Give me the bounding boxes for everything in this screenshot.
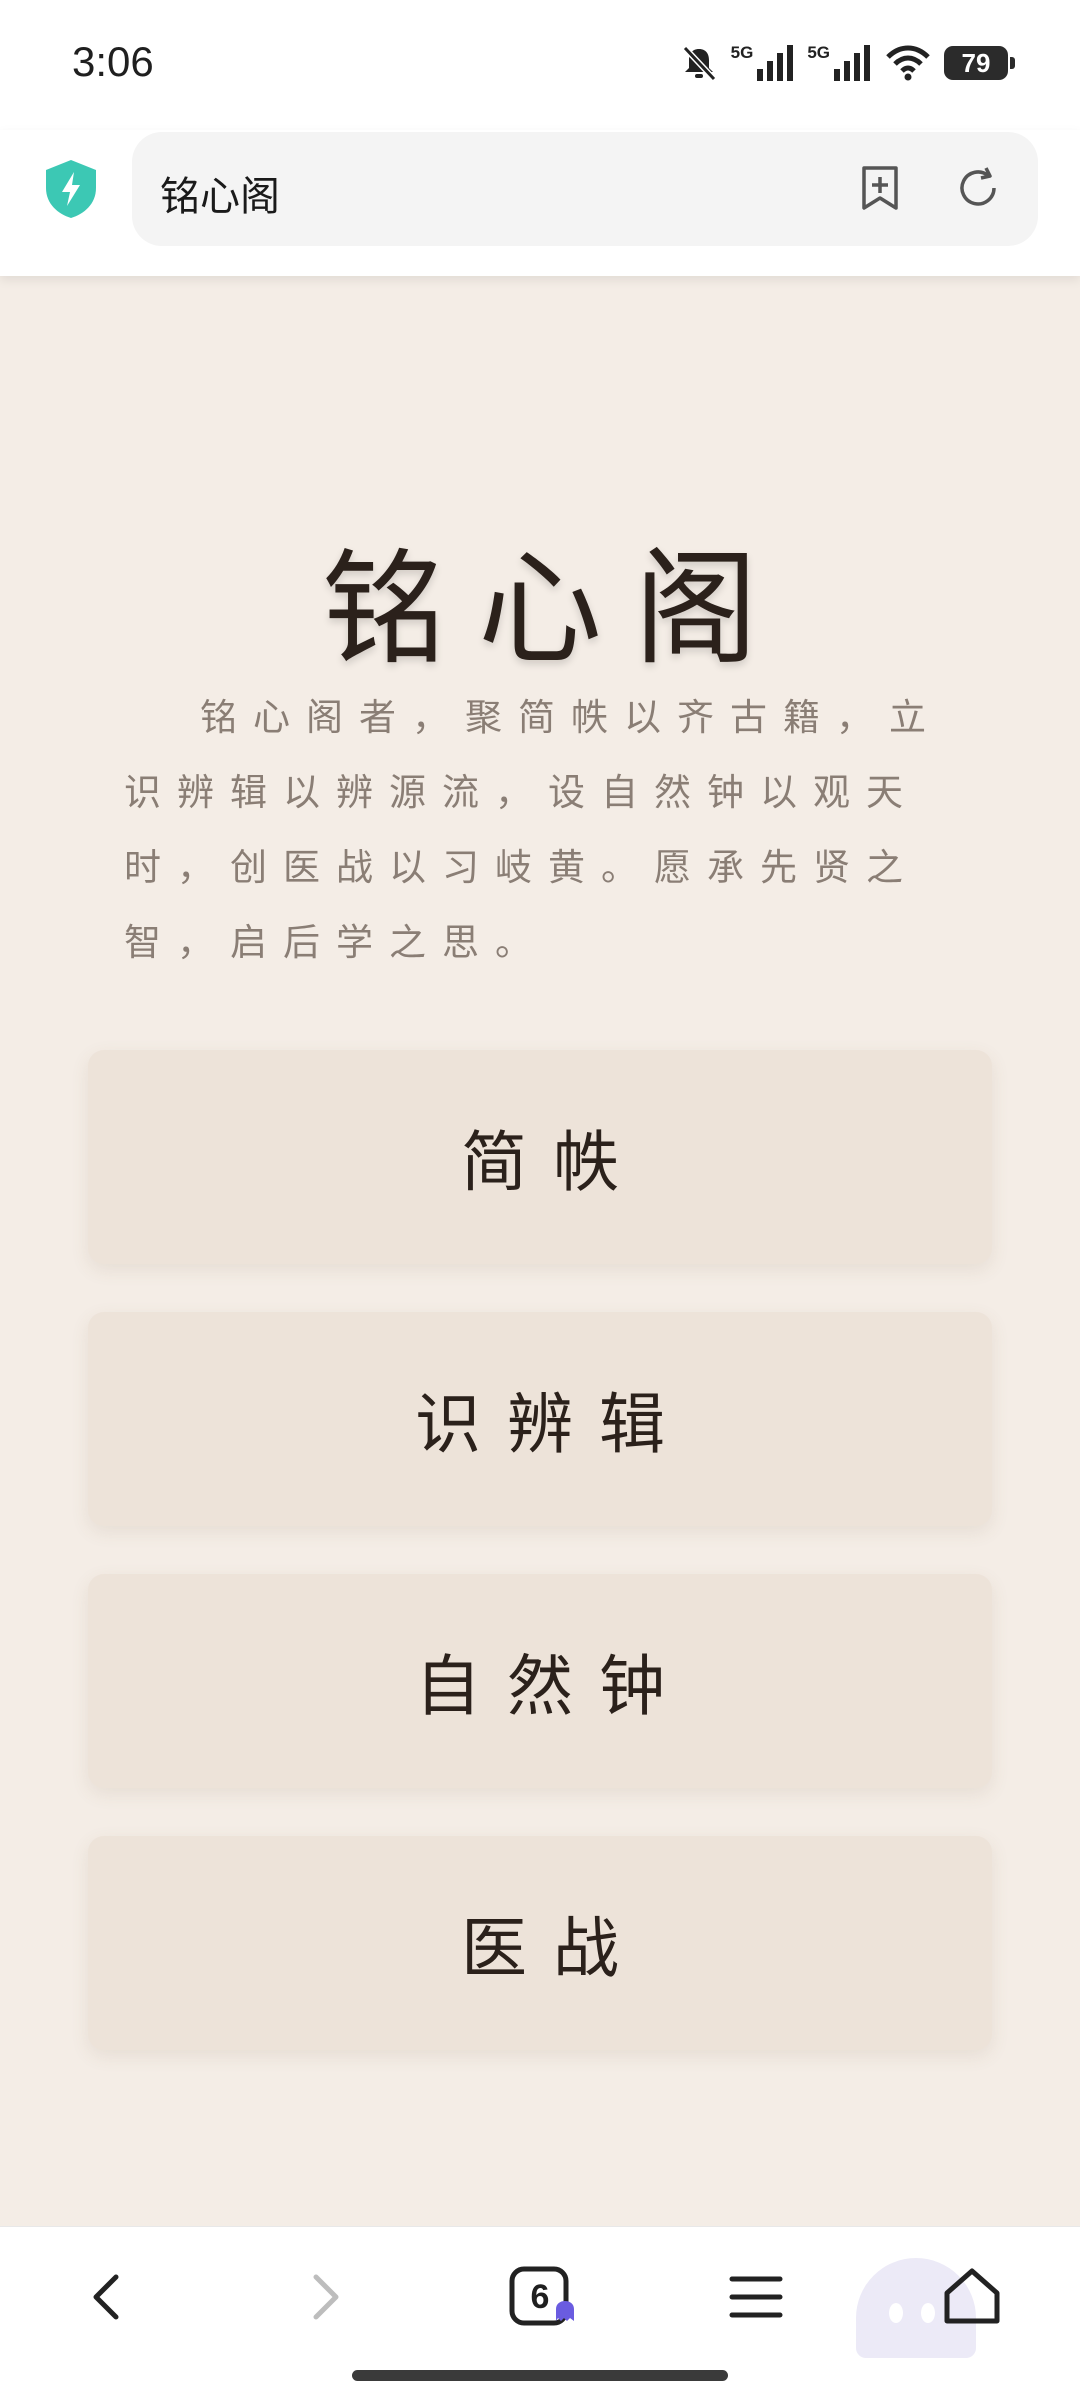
menu-icon [729,2276,783,2318]
page-title: 铭心阁 [321,538,790,682]
shield-icon[interactable] [42,158,100,220]
signal-2-label: 5G [807,43,830,62]
status-icons: 5G 5G 79 [679,38,1015,88]
url-box[interactable]: 铭心阁 [132,132,1038,246]
menu-button-ziranzhong[interactable]: 自然钟 [88,1574,992,1788]
signal-1-label: 5G [730,43,754,62]
mute-bell-icon [682,45,716,82]
reload-icon[interactable] [950,160,1006,216]
add-bookmark-icon[interactable] [852,160,908,216]
menu-button[interactable] [716,2257,796,2337]
tabs-button[interactable]: 6 [500,2257,580,2337]
menu-button-jianzhi[interactable]: 简帙 [88,1050,992,1264]
battery-indicator: 79 [944,46,1015,80]
intro-paragraph: 铭心阁者，聚简帙以齐古籍，立识辨辑以辨源流，设自然钟以观天时，创医战以习岐黄。愿… [124,696,942,964]
menu-button-shibianji[interactable]: 识辨辑 [88,1312,992,1526]
menu-button-yizhan[interactable]: 医战 [88,1836,992,2050]
back-icon [93,2274,119,2320]
home-indicator[interactable] [352,2370,728,2381]
signal-bars-icon [757,45,794,81]
wifi-icon [886,45,930,81]
signal-bars-icon [834,45,870,81]
forward-button[interactable] [284,2257,364,2337]
tab-count: 6 [530,2278,550,2316]
status-bar: 3:06 5G 5G 79 [0,0,1080,130]
forward-icon [313,2274,339,2320]
signal-1: 5G [731,43,796,83]
back-button[interactable] [68,2257,148,2337]
signal-2: 5G [807,43,872,83]
url-text[interactable]: 铭心阁 [160,164,280,222]
home-icon [944,2268,1000,2324]
status-time: 3:06 [72,38,154,85]
home-button[interactable] [932,2256,1012,2336]
